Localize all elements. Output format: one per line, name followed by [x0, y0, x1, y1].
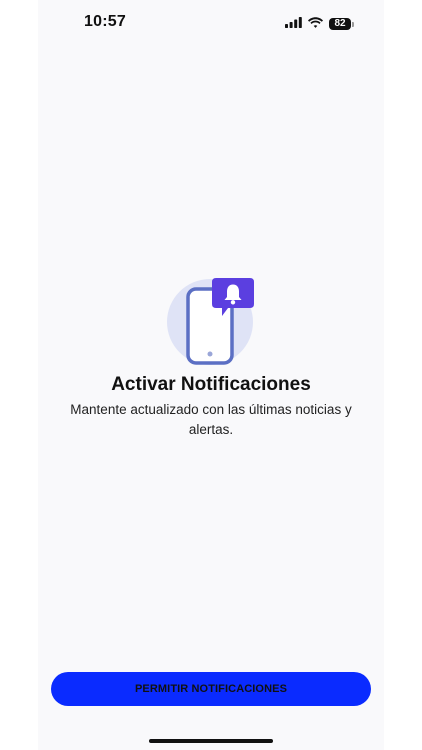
battery-icon: 82 [329, 18, 351, 30]
status-time: 10:57 [84, 13, 126, 30]
allow-notifications-button[interactable]: PERMITIR NOTIFICACIONES [51, 672, 371, 706]
notification-illustration [162, 274, 262, 370]
wifi-icon [308, 15, 323, 33]
page-subtitle: Mantente actualizado con las últimas not… [70, 402, 352, 437]
battery-level: 82 [334, 18, 346, 29]
signal-icon [285, 15, 302, 33]
allow-notifications-label: PERMITIR NOTIFICACIONES [134, 683, 288, 695]
home-indicator [149, 739, 273, 743]
notification-permission-screen: 10:57 82 Activar Notificaciones Mantente… [38, 0, 384, 750]
battery-tip [352, 21, 354, 27]
status-bar: 10:57 82 [38, 0, 384, 46]
page-title: Activar Notificaciones [111, 374, 311, 395]
status-icons: 82 [285, 15, 354, 33]
